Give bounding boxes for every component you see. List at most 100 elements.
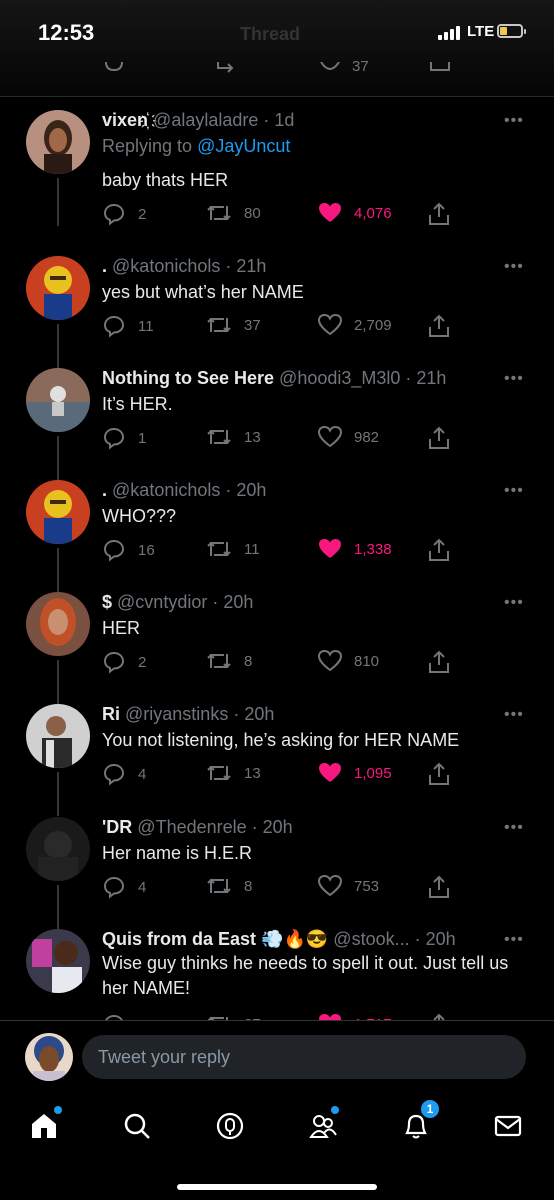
display-name[interactable]: Quis from da East 💨🔥😎 (102, 929, 328, 949)
retweet-button[interactable]: 80 (206, 202, 261, 224)
more-options-icon[interactable]: ••• (504, 482, 524, 500)
reply-button[interactable]: 4 (102, 875, 146, 899)
my-avatar[interactable] (25, 1033, 73, 1081)
like-button[interactable]: 982 (318, 426, 379, 448)
avatar[interactable] (26, 704, 90, 768)
like-icon (319, 203, 341, 222)
timestamp: 21h (416, 368, 447, 388)
avatar[interactable] (26, 256, 90, 320)
reply-button[interactable]: 2 (102, 650, 146, 674)
display-name[interactable]: Nothing to See Here (102, 368, 274, 388)
tweet-text: baby thats HER (102, 170, 229, 190)
reply-button[interactable]: 1 (102, 426, 146, 450)
display-name[interactable]: $ (102, 592, 112, 612)
more-options-icon[interactable]: ••• (504, 706, 524, 724)
separator: · (228, 704, 245, 724)
tweet-header: 'DR @Thedenrele · 20h (102, 817, 293, 838)
more-options-icon[interactable]: ••• (504, 112, 524, 130)
share-button[interactable] (428, 762, 450, 786)
handle[interactable]: @stook... (333, 929, 409, 949)
share-button[interactable] (428, 650, 450, 674)
reply-icon (103, 315, 125, 338)
more-options-icon[interactable]: ••• (504, 594, 524, 612)
avatar[interactable] (26, 368, 90, 432)
handle[interactable]: @katonichols (112, 480, 220, 500)
avatar[interactable] (26, 929, 90, 993)
handle[interactable]: @riyanstinks (125, 704, 228, 724)
like-button[interactable]: 4,076 (318, 202, 392, 224)
thread-line (57, 324, 59, 368)
tweet-actions: 1 13 982 (102, 426, 462, 450)
replying-to-link[interactable]: @JayUncut (197, 136, 290, 156)
avatar[interactable] (26, 817, 90, 881)
more-options-icon[interactable]: ••• (504, 819, 524, 837)
reply-count: 1 (138, 429, 147, 447)
tweet-actions: 11 37 2,709 (102, 314, 462, 338)
like-button[interactable]: 1,095 (318, 762, 392, 784)
reply-icon (103, 651, 125, 674)
like-button[interactable]: 810 (318, 650, 379, 672)
more-options-icon[interactable]: ••• (504, 370, 524, 388)
display-name[interactable]: Ri (102, 704, 120, 724)
handle[interactable]: @Thedenrele (137, 817, 246, 837)
handle[interactable]: @hoodi3_M3l0 (279, 368, 400, 388)
home-icon (32, 1114, 56, 1138)
signal-icon (438, 26, 460, 40)
display-name[interactable]: vixen҉ (102, 110, 148, 130)
tweet-text: Wise guy thinks he needs to spell it out… (102, 953, 509, 998)
handle[interactable]: @katonichols (112, 256, 220, 276)
reply-button[interactable]: 11 (102, 314, 154, 338)
display-name[interactable]: . (102, 480, 107, 500)
more-options-icon[interactable]: ••• (504, 931, 524, 949)
retweet-button[interactable]: 13 (206, 426, 261, 448)
avatar[interactable] (26, 592, 90, 656)
handle[interactable]: @cvntydior (117, 592, 207, 612)
tab-notifications[interactable]: 1 (396, 1100, 439, 1146)
tab-communities[interactable] (303, 1106, 343, 1146)
tweet-header: . @katonichols · 21h (102, 256, 266, 277)
tab-spaces[interactable] (210, 1106, 250, 1146)
thread-line (57, 436, 59, 480)
retweet-count: 13 (244, 428, 261, 446)
avatar[interactable] (26, 110, 90, 174)
share-icon (429, 426, 449, 449)
share-icon (429, 762, 449, 785)
retweet-icon (207, 205, 231, 221)
more-options-icon[interactable]: ••• (504, 258, 524, 276)
retweet-button[interactable]: 11 (206, 538, 260, 560)
share-button[interactable] (428, 426, 450, 450)
search-icon (124, 1113, 150, 1139)
retweet-button[interactable]: 37 (206, 314, 261, 336)
retweet-count: 8 (244, 877, 253, 895)
retweet-icon (207, 429, 231, 445)
like-icon (318, 314, 342, 336)
tab-search[interactable] (117, 1106, 157, 1146)
like-button[interactable]: 1,338 (318, 538, 392, 560)
display-name[interactable]: 'DR (102, 817, 132, 837)
display-name[interactable]: . (102, 256, 107, 276)
reply-icon (103, 427, 125, 450)
reply-icon (103, 203, 125, 226)
reply-composer (0, 1020, 554, 1095)
share-button[interactable] (428, 314, 450, 338)
reply-button[interactable]: 2 (102, 202, 146, 226)
reply-count: 4 (138, 765, 147, 783)
avatar[interactable] (26, 480, 90, 544)
reply-input[interactable] (82, 1035, 526, 1079)
previous-like-count: 37 (352, 58, 369, 75)
retweet-button[interactable]: 8 (206, 875, 252, 897)
like-button[interactable]: 2,709 (318, 314, 392, 336)
retweet-icon (207, 878, 231, 894)
retweet-button[interactable]: 13 (206, 762, 261, 784)
like-button[interactable]: 753 (318, 875, 379, 897)
share-button[interactable] (428, 538, 450, 562)
tab-messages[interactable] (488, 1106, 528, 1146)
share-button[interactable] (428, 202, 450, 226)
tab-home[interactable] (24, 1106, 64, 1146)
retweet-icon (207, 653, 231, 669)
reply-button[interactable]: 16 (102, 538, 155, 562)
handle[interactable]: @alaylaladre (153, 110, 258, 130)
reply-button[interactable]: 4 (102, 762, 146, 786)
share-button[interactable] (428, 875, 450, 899)
retweet-button[interactable]: 8 (206, 650, 252, 672)
